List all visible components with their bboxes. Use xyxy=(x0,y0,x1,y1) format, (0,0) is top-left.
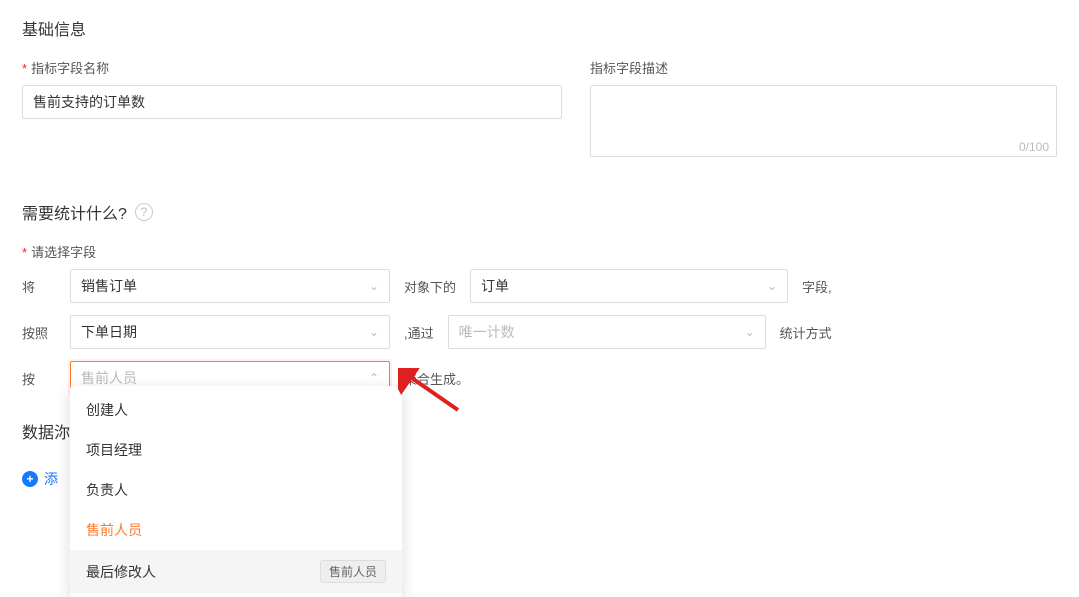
mid-text: ,通过 xyxy=(404,323,434,342)
select-field[interactable]: 订单 ⌄ xyxy=(470,269,788,303)
select-object[interactable]: 销售订单 ⌄ xyxy=(70,269,390,303)
select-stat-method[interactable]: 唯一计数 ⌄ xyxy=(448,315,766,349)
row-label: 将 xyxy=(22,277,70,296)
row-label: 按 xyxy=(22,369,70,388)
mid-text: 聚合生成。 xyxy=(404,369,469,388)
mid-text: 对象下的 xyxy=(404,277,456,296)
plus-icon: + xyxy=(22,471,38,487)
dropdown-option[interactable]: 创建人 xyxy=(70,390,402,430)
label-field-desc: 指标字段描述 xyxy=(590,58,1057,77)
chevron-down-icon: ⌄ xyxy=(369,279,379,293)
stat-row-1: 将 销售订单 ⌄ 对象下的 订单 ⌄ 字段, xyxy=(22,269,1057,303)
label-select-field: 请选择字段 xyxy=(22,242,1057,261)
dropdown-aggregate-options: 创建人 项目经理 负责人 售前人员 最后修改人 售前人员 xyxy=(70,386,402,597)
row-label: 按照 xyxy=(22,323,70,342)
dropdown-option[interactable]: 负责人 xyxy=(70,470,402,510)
char-count: 0/100 xyxy=(1019,140,1049,154)
label-field-name: 指标字段名称 xyxy=(22,58,562,77)
textarea-field-desc[interactable] xyxy=(590,85,1057,157)
dropdown-option-selected[interactable]: 售前人员 xyxy=(70,510,402,550)
input-field-name[interactable] xyxy=(22,85,562,119)
dropdown-option[interactable]: 项目经理 xyxy=(70,430,402,470)
add-button[interactable]: + 添 xyxy=(22,469,58,489)
chevron-down-icon: ⌄ xyxy=(767,279,777,293)
trail-text: 统计方式 xyxy=(780,323,832,342)
select-date-field[interactable]: 下单日期 ⌄ xyxy=(70,315,390,349)
chevron-down-icon: ⌄ xyxy=(369,325,379,339)
section-title-stat: 需要统计什么? ? xyxy=(22,200,1057,224)
help-icon[interactable]: ? xyxy=(135,203,153,221)
chevron-down-icon: ⌄ xyxy=(745,325,755,339)
trail-text: 字段, xyxy=(802,277,832,296)
section-title-basic: 基础信息 xyxy=(22,16,1057,40)
chevron-up-icon: ⌃ xyxy=(369,371,379,385)
stat-row-2: 按照 下单日期 ⌄ ,通过 唯一计数 ⌄ 统计方式 xyxy=(22,315,1057,349)
